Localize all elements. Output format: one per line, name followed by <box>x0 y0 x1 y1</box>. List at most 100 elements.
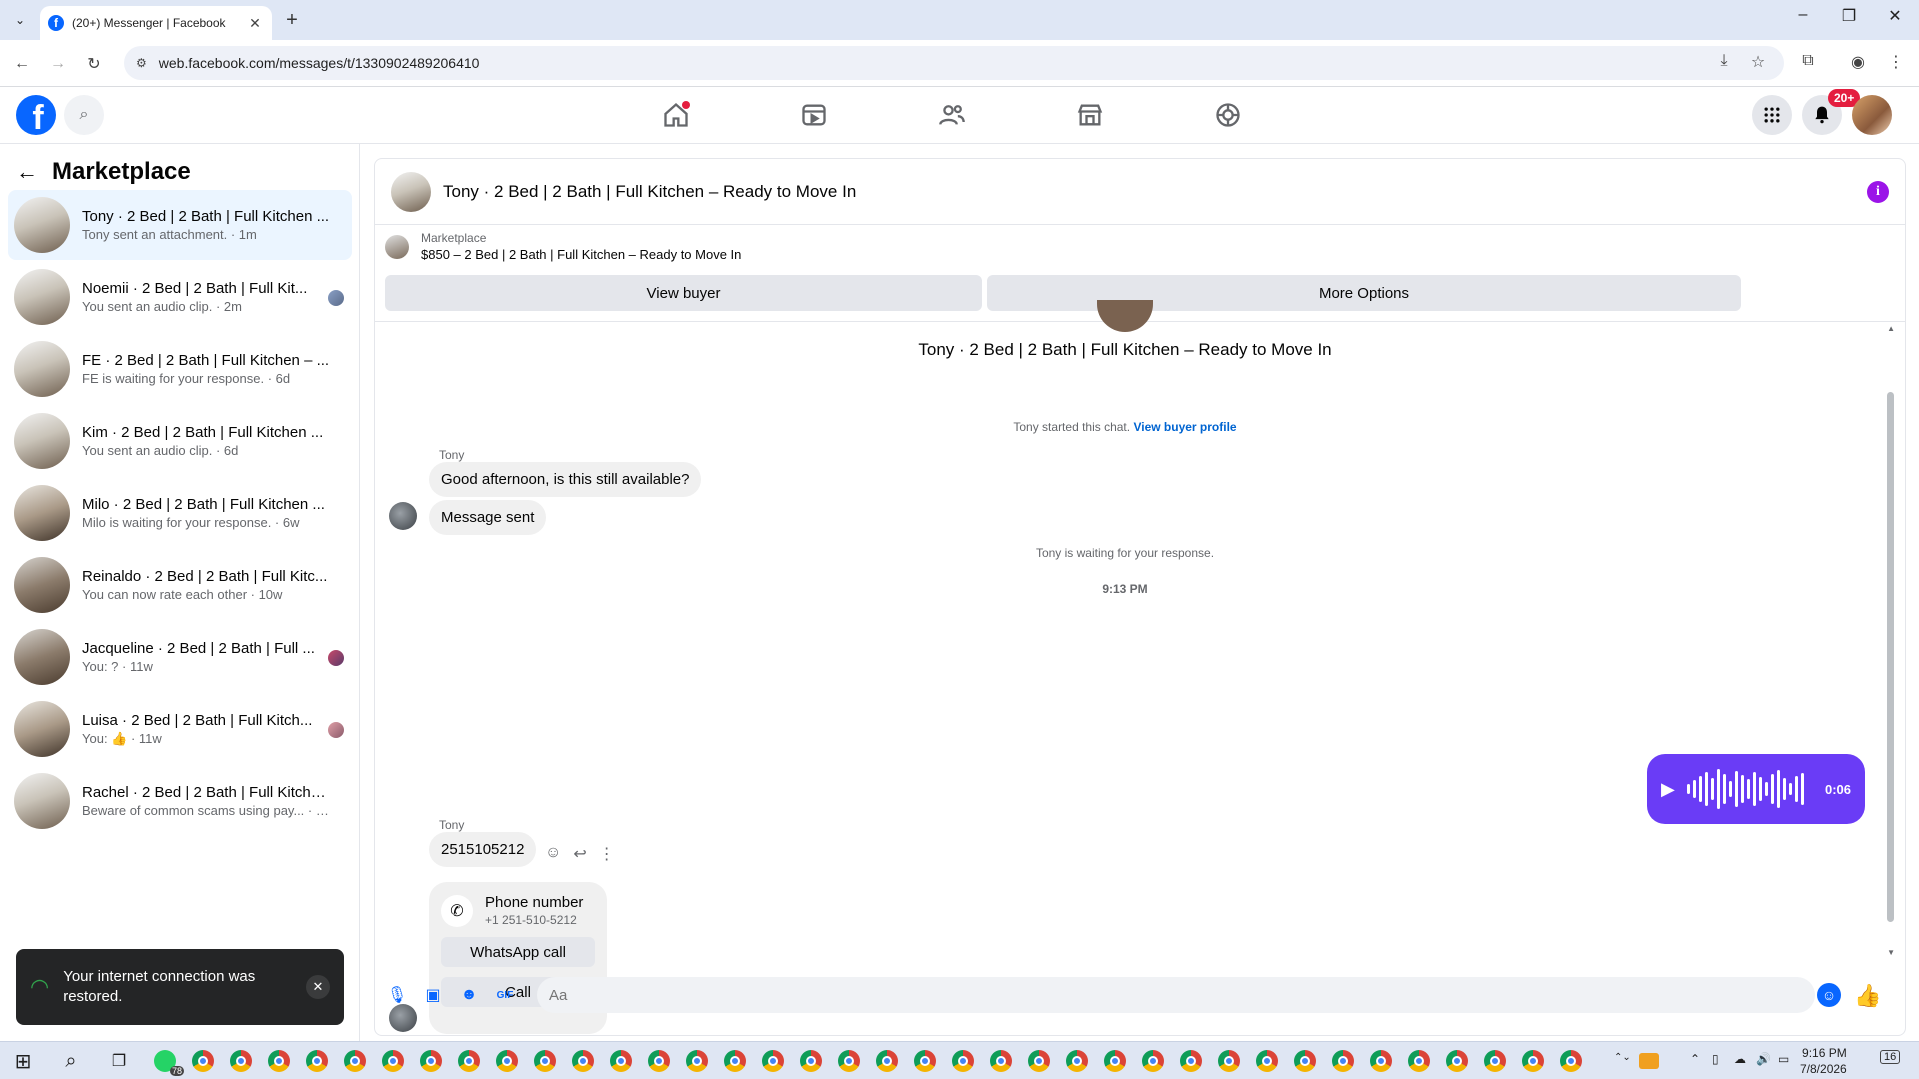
chrome-taskbar-icon[interactable] <box>266 1048 292 1074</box>
chrome-taskbar-icon[interactable] <box>1520 1048 1546 1074</box>
message-bubble[interactable]: Good afternoon, is this still available? <box>429 462 702 497</box>
conversation-item[interactable]: Luisa · 2 Bed | 2 Bath | Full Kitch... Yo… <box>8 694 352 764</box>
chrome-taskbar-icon[interactable] <box>1330 1048 1356 1074</box>
chrome-taskbar-icon[interactable] <box>1140 1048 1166 1074</box>
chrome-taskbar-icon[interactable] <box>1444 1048 1470 1074</box>
chrome-taskbar-icon[interactable] <box>760 1048 786 1074</box>
more-actions-icon[interactable]: ⋮ <box>599 844 615 864</box>
omnibox[interactable]: ⚙ web.facebook.com/messages/t/1330902489… <box>124 46 1784 80</box>
chrome-taskbar-icon[interactable] <box>950 1048 976 1074</box>
chrome-taskbar-icon[interactable] <box>1292 1048 1318 1074</box>
message-bubble[interactable]: Message sent <box>429 500 547 535</box>
microphone-icon[interactable]: 🎙 <box>387 985 407 1005</box>
new-tab-button[interactable]: + <box>280 8 304 32</box>
sender-avatar[interactable] <box>389 502 417 530</box>
chrome-taskbar-icon[interactable] <box>1026 1048 1052 1074</box>
chrome-taskbar-icon[interactable] <box>1216 1048 1242 1074</box>
chat-listing-thumbnail[interactable] <box>391 171 431 212</box>
chrome-taskbar-icon[interactable] <box>988 1048 1014 1074</box>
gaming-nav-icon[interactable] <box>1208 95 1248 135</box>
chrome-taskbar-icon[interactable] <box>646 1048 672 1074</box>
conversation-item[interactable]: FE · 2 Bed | 2 Bath | Full Kitchen – ...… <box>8 334 352 404</box>
chrome-taskbar-icon[interactable] <box>380 1048 406 1074</box>
chrome-taskbar-icon[interactable] <box>798 1048 824 1074</box>
react-emoji-icon[interactable]: ☺ <box>545 844 561 864</box>
battery-icon[interactable]: ▯ <box>1712 1052 1719 1066</box>
play-icon[interactable]: ▶ <box>1661 779 1675 800</box>
chrome-taskbar-icon[interactable] <box>912 1048 938 1074</box>
windows-start-icon[interactable]: ⊞ <box>10 1048 36 1074</box>
chrome-taskbar-icon[interactable] <box>304 1048 330 1074</box>
facebook-logo-icon[interactable]: f <box>16 95 56 135</box>
chrome-taskbar-icon[interactable] <box>608 1048 634 1074</box>
chrome-taskbar-icon[interactable] <box>1064 1048 1090 1074</box>
chrome-taskbar-icon[interactable] <box>494 1048 520 1074</box>
close-toast-icon[interactable]: ✕ <box>306 975 330 999</box>
chrome-taskbar-icon[interactable] <box>1254 1048 1280 1074</box>
scrollbar-thumb[interactable] <box>1887 392 1894 922</box>
chrome-taskbar-icon[interactable] <box>1178 1048 1204 1074</box>
photo-attach-icon[interactable]: ▣ <box>423 985 443 1005</box>
tab-search-button[interactable]: ⌄ <box>8 8 32 32</box>
chrome-taskbar-icon[interactable] <box>570 1048 596 1074</box>
conversation-item[interactable]: Rachel · 2 Bed | 2 Bath | Full Kitche...… <box>8 766 352 836</box>
close-tab-icon[interactable]: ✕ <box>246 15 264 32</box>
network-icon[interactable]: ▭ <box>1778 1052 1789 1066</box>
chrome-taskbar-icon[interactable] <box>532 1048 558 1074</box>
conversation-item[interactable]: Tony · 2 Bed | 2 Bath | Full Kitchen ...… <box>8 190 352 260</box>
scroll-down-arrow[interactable]: ▼ <box>1887 948 1895 957</box>
sticker-icon[interactable]: ☻ <box>459 985 479 1005</box>
audio-message[interactable]: ▶ 0:06 <box>1647 754 1865 824</box>
conversation-item[interactable]: Milo · 2 Bed | 2 Bath | Full Kitchen ...… <box>8 478 352 548</box>
gif-icon[interactable]: GIF <box>495 985 515 1005</box>
app-tray-icon[interactable] <box>1636 1048 1662 1074</box>
back-button[interactable]: ← <box>10 52 34 76</box>
conversation-item[interactable]: Noemii · 2 Bed | 2 Bath | Full Kit... You… <box>8 262 352 332</box>
chrome-taskbar-icon[interactable] <box>190 1048 216 1074</box>
emoji-icon[interactable]: ☺ <box>1817 983 1841 1007</box>
notification-center-icon[interactable]: 16 <box>1880 1050 1901 1064</box>
conversation-item[interactable]: Reinaldo · 2 Bed | 2 Bath | Full Kitc...… <box>8 550 352 620</box>
chrome-taskbar-icon[interactable] <box>1482 1048 1508 1074</box>
thumbs-up-icon[interactable]: 👍 <box>1854 983 1881 1009</box>
bookmark-star-icon[interactable]: ☆ <box>1746 52 1770 72</box>
reload-button[interactable]: ↻ <box>82 52 106 76</box>
whatsapp-taskbar-icon[interactable]: 78 <box>152 1048 184 1076</box>
chrome-taskbar-icon[interactable] <box>456 1048 482 1074</box>
video-nav-icon[interactable] <box>794 95 834 135</box>
chrome-taskbar-icon[interactable] <box>874 1048 900 1074</box>
conversation-item[interactable]: Kim · 2 Bed | 2 Bath | Full Kitchen ... Y… <box>8 406 352 476</box>
message-bubble[interactable]: 2515105212 <box>429 832 537 867</box>
message-list[interactable]: Tony · 2 Bed | 2 Bath | Full Kitchen – R… <box>375 300 1905 1034</box>
menu-grid-icon[interactable] <box>1752 95 1792 135</box>
task-view-icon[interactable]: ❐ <box>106 1048 132 1074</box>
taskbar-clock[interactable]: 9:16 PM 7/8/2026 <box>1800 1045 1847 1077</box>
chrome-taskbar-icon[interactable] <box>1406 1048 1432 1074</box>
menu-kebab-icon[interactable]: ⋮ <box>1884 52 1908 72</box>
install-app-icon[interactable]: ⤓ <box>1712 52 1736 70</box>
reply-icon[interactable]: ↩ <box>573 844 586 864</box>
browser-tab[interactable]: f (20+) Messenger | Facebook ✕ <box>40 6 272 40</box>
chat-title[interactable]: Tony · 2 Bed | 2 Bath | Full Kitchen – R… <box>443 182 856 202</box>
chrome-taskbar-icon[interactable] <box>1558 1048 1584 1074</box>
view-buyer-profile-link[interactable]: View buyer profile <box>1133 420 1236 434</box>
extensions-icon[interactable]: ⧉ <box>1796 52 1820 70</box>
taskbar-scroll-arrows[interactable]: ⌃⌄ <box>1614 1052 1631 1063</box>
chrome-taskbar-icon[interactable] <box>836 1048 862 1074</box>
close-window-button[interactable]: ✕ <box>1872 6 1918 26</box>
scroll-up-arrow[interactable]: ▲ <box>1887 324 1895 333</box>
chrome-taskbar-icon[interactable] <box>1368 1048 1394 1074</box>
restore-button[interactable]: ❐ <box>1826 6 1872 26</box>
info-icon[interactable]: i <box>1867 181 1889 203</box>
site-info-icon[interactable]: ⚙ <box>136 56 147 70</box>
profile-icon[interactable]: ◉ <box>1846 52 1870 72</box>
chrome-taskbar-icon[interactable] <box>228 1048 254 1074</box>
forward-button[interactable]: → <box>46 52 70 76</box>
volume-icon[interactable]: 🔊 <box>1756 1052 1771 1066</box>
back-arrow-icon[interactable]: ← <box>16 159 38 185</box>
view-buyer-button[interactable]: View buyer <box>385 275 982 311</box>
search-icon[interactable]: ⌕ <box>64 95 104 135</box>
friends-nav-icon[interactable] <box>932 95 972 135</box>
search-taskbar-icon[interactable]: ⌕ <box>58 1048 84 1074</box>
marketplace-nav-icon[interactable] <box>1070 95 1110 135</box>
